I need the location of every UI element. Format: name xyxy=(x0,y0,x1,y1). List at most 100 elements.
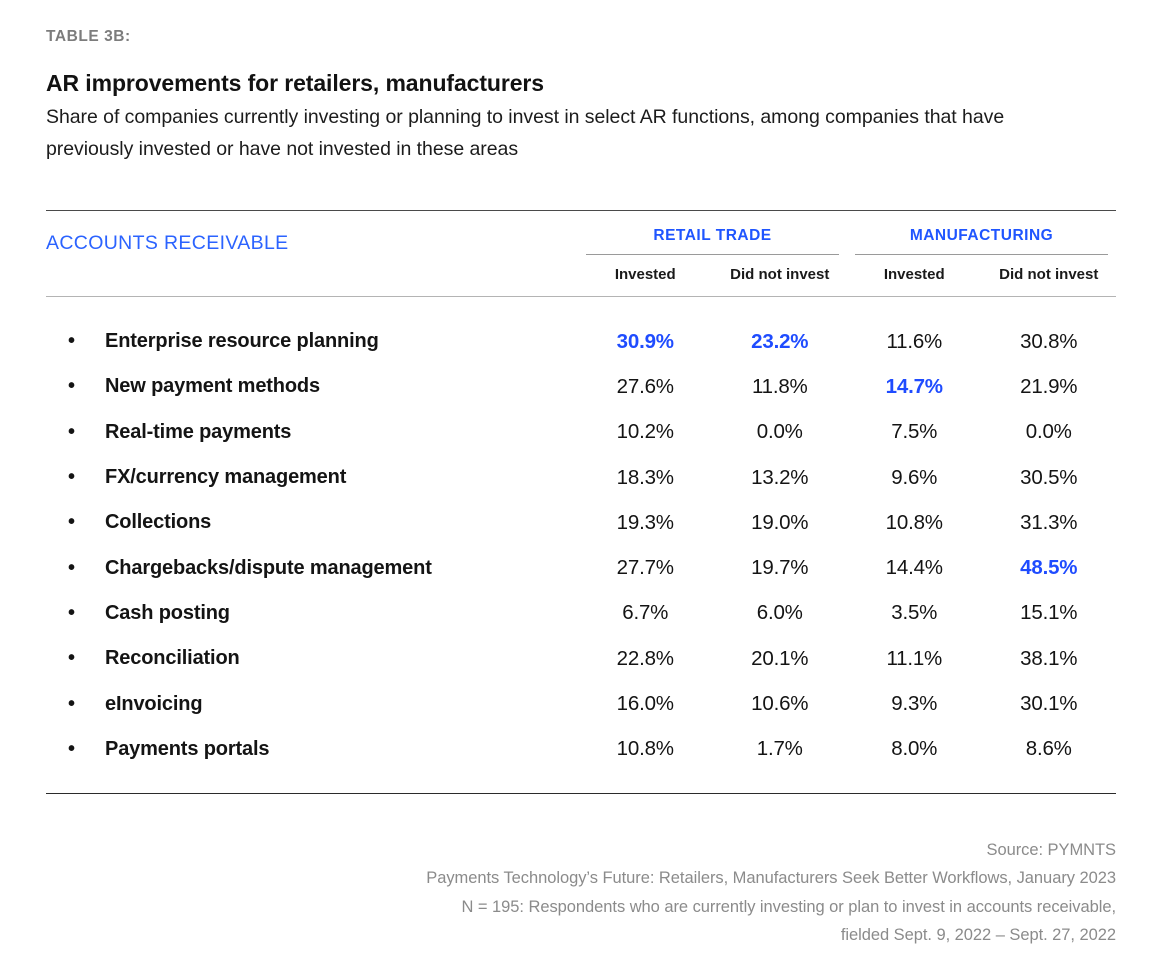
footnote-line: Payments Technology’s Future: Retailers,… xyxy=(426,869,1116,888)
data-cell: 0.0% xyxy=(1025,420,1072,444)
table-body-bottom-spacer xyxy=(46,772,1116,793)
data-table-container: ACCOUNTS RECEIVABLE RETAIL TRADE MANUFAC… xyxy=(46,210,1116,794)
data-cell: 10.8% xyxy=(885,510,943,534)
table-row: • New payment methods 27.6% 11.8% 14.7% 21.9% xyxy=(46,364,1116,409)
row-label-cell: • Enterprise resource planning xyxy=(46,319,578,364)
bullet-icon: • xyxy=(68,647,75,670)
footnote-line: fielded Sept. 9, 2022 – Sept. 27, 2022 xyxy=(840,926,1116,945)
sub-header-blank-cell xyxy=(46,255,578,296)
data-cell: 19.0% xyxy=(751,510,809,534)
data-cell: 19.7% xyxy=(751,556,809,580)
col-header-retail-invested: Invested xyxy=(614,266,676,283)
group-title-manufacturing: MANUFACTURING xyxy=(909,227,1054,244)
data-cell: 15.1% xyxy=(1020,601,1078,625)
bullet-icon: • xyxy=(68,692,75,715)
bullet-icon: • xyxy=(68,556,75,579)
table-row: • Reconciliation 22.8% 20.1% 11.1% 38.1% xyxy=(46,636,1116,681)
table-row: • Collections 19.3% 19.0% 10.8% 31.3% xyxy=(46,500,1116,545)
bullet-icon: • xyxy=(68,420,75,443)
data-cell: 1.7% xyxy=(756,737,803,761)
row-label-text: eInvoicing xyxy=(105,692,203,715)
row-label-cell: • Reconciliation xyxy=(46,636,578,681)
data-cell: 30.1% xyxy=(1020,692,1078,716)
table-head: ACCOUNTS RECEIVABLE RETAIL TRADE MANUFAC… xyxy=(46,211,1116,296)
data-cell: 6.7% xyxy=(622,601,669,625)
col-header-manufacturing-invested: Invested xyxy=(883,266,945,283)
row-label-text: FX/currency management xyxy=(105,466,347,489)
group-header-manufacturing: MANUFACTURING xyxy=(847,211,1116,255)
data-cell: 38.1% xyxy=(1020,646,1078,670)
row-label-text: Collections xyxy=(105,511,212,534)
table-row: • eInvoicing 16.0% 10.6% 9.3% 30.1% xyxy=(46,681,1116,726)
data-cell: 0.0% xyxy=(756,420,803,444)
bullet-icon: • xyxy=(68,737,75,760)
data-cell: 13.2% xyxy=(751,465,809,489)
data-cell: 10.2% xyxy=(616,420,674,444)
table-eyebrow-label: TABLE 3B: xyxy=(46,28,131,45)
data-cell: 22.8% xyxy=(616,646,674,670)
table-body-top-spacer xyxy=(46,297,1116,319)
page-subtitle: Share of companies currently investing o… xyxy=(46,106,1005,160)
data-cell: 9.3% xyxy=(891,692,938,716)
footnote-line: N = 195: Respondents who are currently i… xyxy=(461,897,1117,916)
data-cell: 30.5% xyxy=(1020,465,1078,489)
data-cell-highlighted: 30.9% xyxy=(616,329,674,353)
row-label-cell: • Payments portals xyxy=(46,727,578,772)
row-label-cell: • Cash posting xyxy=(46,591,578,636)
data-cell: 3.5% xyxy=(891,601,938,625)
data-cell: 7.5% xyxy=(891,420,938,444)
row-label-cell: • Collections xyxy=(46,500,578,545)
table-row: • Payments portals 10.8% 1.7% 8.0% 8.6% xyxy=(46,727,1116,772)
row-label-cell: • FX/currency management xyxy=(46,455,578,500)
data-cell: 16.0% xyxy=(616,692,674,716)
bullet-icon: • xyxy=(68,375,75,398)
data-cell-highlighted: 23.2% xyxy=(751,329,809,353)
data-cell: 27.6% xyxy=(616,374,674,398)
data-cell: 21.9% xyxy=(1020,374,1078,398)
col-header-manufacturing-did-not-invest: Did not invest xyxy=(999,266,1099,283)
row-label-cell: • New payment methods xyxy=(46,364,578,409)
group-title-retail-trade: RETAIL TRADE xyxy=(653,227,772,244)
table-bottom-rule xyxy=(46,792,1116,794)
section-label: ACCOUNTS RECEIVABLE xyxy=(46,232,289,254)
data-cell: 11.1% xyxy=(886,646,943,670)
bullet-icon: • xyxy=(68,330,75,353)
row-label-cell: • eInvoicing xyxy=(46,681,578,726)
table-row: • Cash posting 6.7% 6.0% 3.5% 15.1% xyxy=(46,591,1116,636)
data-cell-highlighted: 48.5% xyxy=(1020,556,1078,580)
sub-header-row: Invested Did not invest Invested Did not… xyxy=(46,255,1116,296)
col-header-retail-did-not-invest: Did not invest xyxy=(730,266,830,283)
data-cell: 11.8% xyxy=(751,374,808,398)
figure-header: TABLE 3B: AR improvements for retailers,… xyxy=(46,28,1116,165)
table-row: • FX/currency management 18.3% 13.2% 9.6% 30.… xyxy=(46,455,1116,500)
bullet-icon: • xyxy=(68,466,75,489)
row-label-text: Payments portals xyxy=(105,737,270,760)
data-cell: 20.1% xyxy=(751,646,809,670)
data-cell: 19.3% xyxy=(616,510,674,534)
table-figure: TABLE 3B: AR improvements for retailers,… xyxy=(0,0,1162,966)
ar-improvements-table: ACCOUNTS RECEIVABLE RETAIL TRADE MANUFAC… xyxy=(46,211,1116,296)
row-label-text: New payment methods xyxy=(105,375,320,398)
data-cell: 31.3% xyxy=(1020,510,1078,534)
row-label-cell: • Chargebacks/dispute management xyxy=(46,545,578,590)
row-label-text: Reconciliation xyxy=(105,647,240,670)
bullet-icon: • xyxy=(68,511,75,534)
data-cell-highlighted: 14.7% xyxy=(885,374,943,398)
source-line: Source: PYMNTS xyxy=(986,841,1116,859)
data-cell: 30.8% xyxy=(1020,329,1078,353)
row-label-text: Cash posting xyxy=(105,601,230,624)
data-cell: 6.0% xyxy=(756,601,803,625)
table-body: • Enterprise resource planning 30.9% 23.2% 1… xyxy=(46,319,1116,772)
data-cell: 11.6% xyxy=(886,329,943,353)
group-header-retail-trade: RETAIL TRADE xyxy=(578,211,847,255)
table-row: • Chargebacks/dispute management 27.7% 19.7… xyxy=(46,545,1116,590)
bullet-icon: • xyxy=(68,601,75,624)
section-label-cell: ACCOUNTS RECEIVABLE xyxy=(46,211,578,255)
table-row: • Real-time payments 10.2% 0.0% 7.5% 0.0% xyxy=(46,410,1116,455)
data-cell: 14.4% xyxy=(885,556,943,580)
table-row: • Enterprise resource planning 30.9% 23.2% 1… xyxy=(46,319,1116,364)
data-cell: 8.6% xyxy=(1025,737,1072,761)
data-cell: 9.6% xyxy=(891,465,938,489)
page-title: AR improvements for retailers, manufactu… xyxy=(46,69,544,96)
data-cell: 8.0% xyxy=(891,737,938,761)
